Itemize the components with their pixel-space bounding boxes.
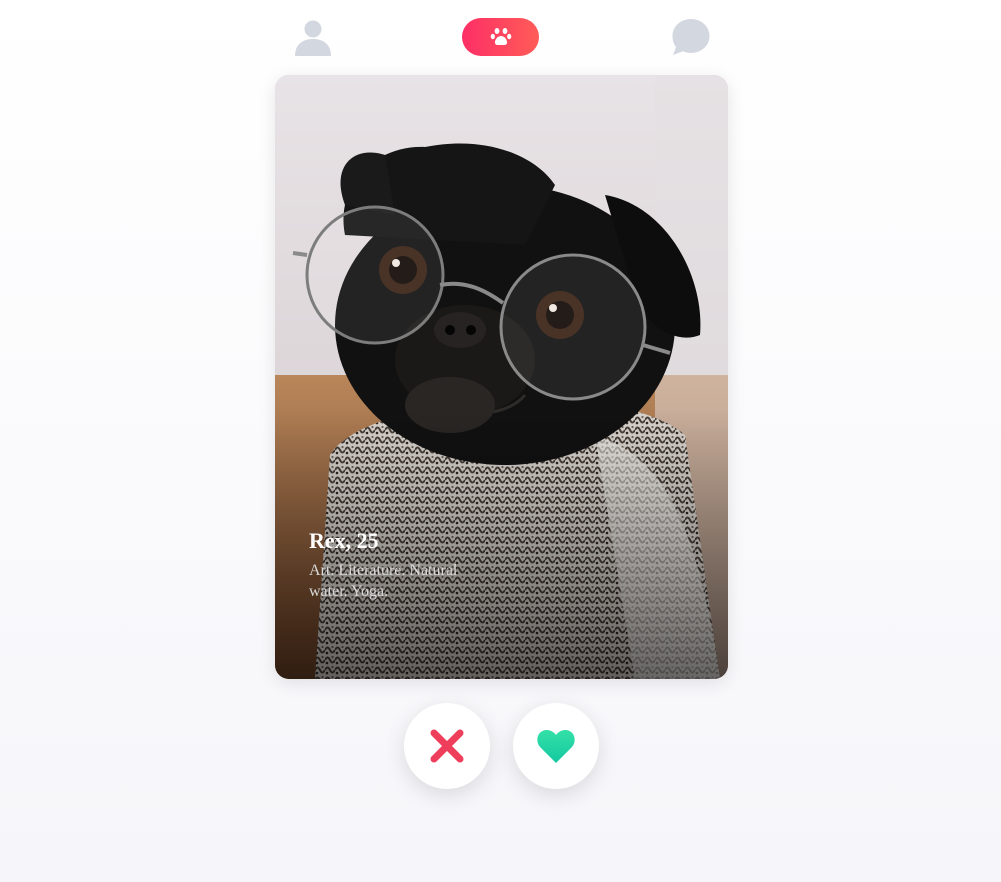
paw-icon (490, 28, 511, 46)
home-nav-button[interactable] (462, 18, 539, 56)
messages-nav-button[interactable] (668, 16, 712, 58)
profile-nav-button[interactable] (290, 17, 334, 59)
top-navigation (0, 0, 1001, 75)
profile-bio: Art. Literature. Natural water. Yoga. (309, 562, 458, 600)
like-button[interactable] (513, 703, 599, 789)
profile-name-age: Rex, 25 (309, 528, 379, 553)
profile-info: Rex, 25 Art. Literature. Natural water. … (309, 527, 499, 602)
close-icon (430, 729, 464, 763)
heart-icon (537, 730, 575, 763)
user-icon (295, 20, 331, 56)
profile-card[interactable]: Rex, 25 Art. Literature. Natural water. … (275, 75, 728, 679)
chat-bubble-icon (672, 19, 710, 55)
dislike-button[interactable] (404, 703, 490, 789)
